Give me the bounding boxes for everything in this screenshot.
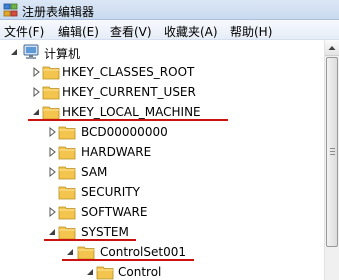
folder-icon [58,206,76,220]
menu-edit[interactable]: 编辑(E) [58,23,99,40]
tree-item-hardware[interactable]: HARDWARE [0,142,324,162]
folder-icon [58,186,76,200]
tree-item-hkey-classes-root[interactable]: HKEY_CLASSES_ROOT [0,62,324,82]
tree-item-label: SECURITY [81,185,140,199]
folder-icon [58,126,76,140]
expanded-arrow-icon[interactable] [30,106,42,118]
tree-item-bcd00000000[interactable]: BCD00000000 [0,122,324,142]
collapsed-arrow-icon[interactable] [46,146,58,158]
vertical-scrollbar[interactable] [324,40,339,280]
chevron-up-icon [328,46,336,50]
tree-item-label: 计算机 [44,47,81,61]
folder-icon [58,146,76,160]
menu-view[interactable]: 查看(V) [110,23,152,40]
tree-item-label: Control [118,265,162,279]
collapsed-arrow-icon[interactable] [46,166,58,178]
registry-tree: 计算机 HKEY_CLASSES_ROOT HKEY_CURRENT_USER … [0,40,324,280]
menu-bar: 文件(F) 编辑(E) 查看(V) 收藏夹(A) 帮助(H) [0,20,339,40]
regedit-icon [3,3,18,17]
tree-item-security[interactable]: SECURITY [0,182,324,202]
expanded-arrow-icon[interactable] [8,46,20,58]
tree-item-label: ControlSet001 [100,245,186,259]
expanded-arrow-icon[interactable] [46,226,58,238]
tree-item-label: HARDWARE [81,145,152,159]
tree-item-computer[interactable]: 计算机 [0,42,324,62]
tree-item-label: SAM [81,165,108,179]
red-underline-annotation [28,119,228,121]
folder-icon [42,66,60,80]
tree-item-control[interactable]: Control [0,262,324,280]
folder-icon [58,166,76,180]
collapsed-arrow-icon[interactable] [46,206,58,218]
title-bar: 注册表编辑器 [0,0,339,20]
menu-favorites[interactable]: 收藏夹(A) [164,23,218,40]
tree-item-label: HKEY_CURRENT_USER [62,85,196,99]
tree-item-label: SOFTWARE [81,205,148,219]
menu-file[interactable]: 文件(F) [4,23,44,40]
tree-item-software[interactable]: SOFTWARE [0,202,324,222]
scroll-thumb[interactable] [326,57,338,247]
tree-item-hkey-current-user[interactable]: HKEY_CURRENT_USER [0,82,324,102]
collapsed-arrow-icon[interactable] [46,126,58,138]
window-title: 注册表编辑器 [22,5,95,19]
scroll-up-button[interactable] [325,40,339,56]
tree-item-label: HKEY_CLASSES_ROOT [62,65,195,79]
grip-icon [330,148,335,155]
folder-icon [42,86,60,100]
expanded-arrow-icon[interactable] [64,246,76,258]
tree-item-sam[interactable]: SAM [0,162,324,182]
tree-item-label: HKEY_LOCAL_MACHINE [62,105,201,119]
folder-icon [96,266,114,280]
computer-icon [23,44,39,59]
red-underline-annotation [44,239,136,241]
expanded-arrow-icon[interactable] [84,266,96,278]
tree-item-label: BCD00000000 [81,125,168,139]
collapsed-arrow-icon[interactable] [30,86,42,98]
tree-item-label: SYSTEM [81,225,129,239]
collapsed-arrow-icon[interactable] [30,66,42,78]
red-underline-annotation [62,259,194,261]
menu-help[interactable]: 帮助(H) [230,23,272,40]
